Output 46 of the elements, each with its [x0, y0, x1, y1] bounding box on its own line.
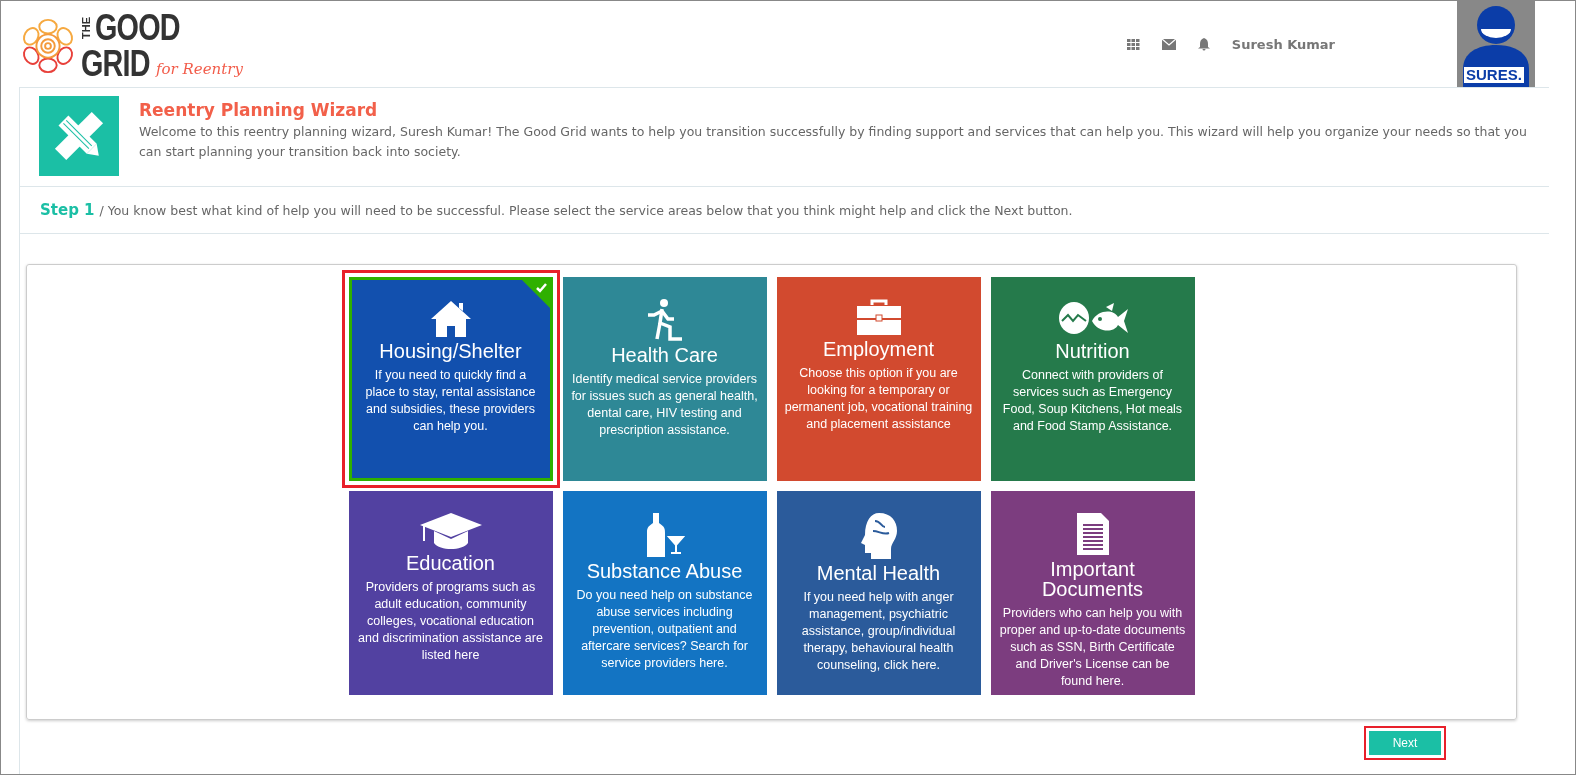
tile-description: If you need to quickly find a place to stay, rental assistance and subsidies, these providers can help you.	[364, 367, 537, 435]
logo-text: GRID	[81, 46, 150, 82]
logo-text: GOOD	[95, 10, 180, 46]
tile-title: Important Documents	[1040, 559, 1145, 599]
service-tile[interactable]: Nutrition Connect with providers of services such as Emergency Food, Soup Kitchens, Hot meals and Food Stamp Assistance.	[990, 277, 1195, 481]
tile-description: Providers who can help you with proper and up-to-date documents such as SSN, Birth Certificate and Driver's License can be found here.	[998, 605, 1187, 690]
service-tile[interactable]: Important Documents Providers who can help you with proper and up-to-date documents such as SSN, Birth Certificate and Driver's License can be found here.	[990, 491, 1195, 695]
service-tile[interactable]: Employment Choose this option if you are looking for a temporary or permanent job, vocational training and placement assistance	[776, 277, 981, 481]
check-icon	[520, 279, 551, 309]
tile-description: Providers of programs such as adult education, community colleges, vocational education and discrimination assistance are listed here	[357, 579, 544, 664]
tile-title: Housing/Shelter	[379, 341, 522, 361]
service-tile[interactable]: Substance Abuse Do you need help on substance abuse services including prevention, outpatient and aftercare services? Search for service providers here.	[562, 491, 767, 695]
house-icon	[430, 299, 471, 337]
tile-description: Identify medical service providers for issues such as general health, dental care, HIV testing and prescription assistance.	[570, 371, 759, 439]
logo-text: THE	[81, 17, 92, 39]
tile-title: Employment	[822, 339, 935, 359]
tile-description: Do you need help on substance abuse services including prevention, outpatient and aftercare services? Search for service providers here.	[575, 587, 754, 672]
wizard-title: Reentry Planning Wizard	[139, 100, 379, 120]
running-person-icon	[647, 299, 682, 341]
service-tile[interactable]: Mental Health If you need help with anger management, psychiatric assistance, group/individual therapy, behavioural health counseling, click here.	[776, 491, 981, 695]
tile-description: If you need help with anger management, psychiatric assistance, group/individual therapy, behavioural health counseling, click here.	[800, 589, 957, 674]
mail-icon[interactable]	[1161, 38, 1176, 50]
egg-and-fish-icon	[1057, 299, 1128, 337]
tile-description: Choose this option if you are looking for a temporary or permanent job, vocational training and placement assistance	[784, 365, 973, 433]
document-icon	[1076, 513, 1109, 555]
tile-title: Health Care	[611, 345, 718, 365]
graduation-cap-icon	[419, 513, 482, 549]
tile-title: Education	[406, 553, 495, 573]
step-label: Step 1	[40, 201, 95, 219]
service-tile[interactable]: Education Providers of programs such as adult education, community colleges, vocational education and discrimination assistance are listed here	[348, 491, 553, 695]
service-tile[interactable]: Health Care Identify medical service providers for issues such as general health, dental care, HIV testing and prescription assistance.	[562, 277, 767, 481]
step-instructions: / You know best what kind of help you will need to be successful. Please select the service areas below that you think might help and click the Next button.	[99, 203, 1073, 218]
tile-description: Connect with providers of services such as Emergency Food, Soup Kitchens, Hot meals and Food Stamp Assistance.	[1001, 367, 1184, 435]
logo-tagline: for Reentry	[156, 58, 243, 77]
user-name[interactable]: Suresh Kumar	[1231, 36, 1335, 52]
head-profile-icon	[860, 513, 897, 559]
tile-title: Substance Abuse	[586, 561, 743, 581]
grid-icon[interactable]	[1126, 38, 1140, 50]
avatar[interactable]: SURES.	[1457, 1, 1535, 87]
tile-title: Nutrition	[1055, 341, 1130, 361]
tile-title: Mental Health	[816, 563, 941, 583]
bottle-and-glass-icon	[644, 513, 685, 557]
briefcase-icon	[856, 299, 901, 335]
intro-paragraph: Welcome to this reentry planning wizard, Suresh Kumar! The Good Grid wants to help you transition successfully by finding support and services that can help you. This wizard will help you organize your needs so that you can start planning your transition back into society.	[139, 123, 1528, 161]
pencil-ruler-icon	[39, 96, 119, 176]
bell-icon[interactable]	[1197, 37, 1210, 51]
